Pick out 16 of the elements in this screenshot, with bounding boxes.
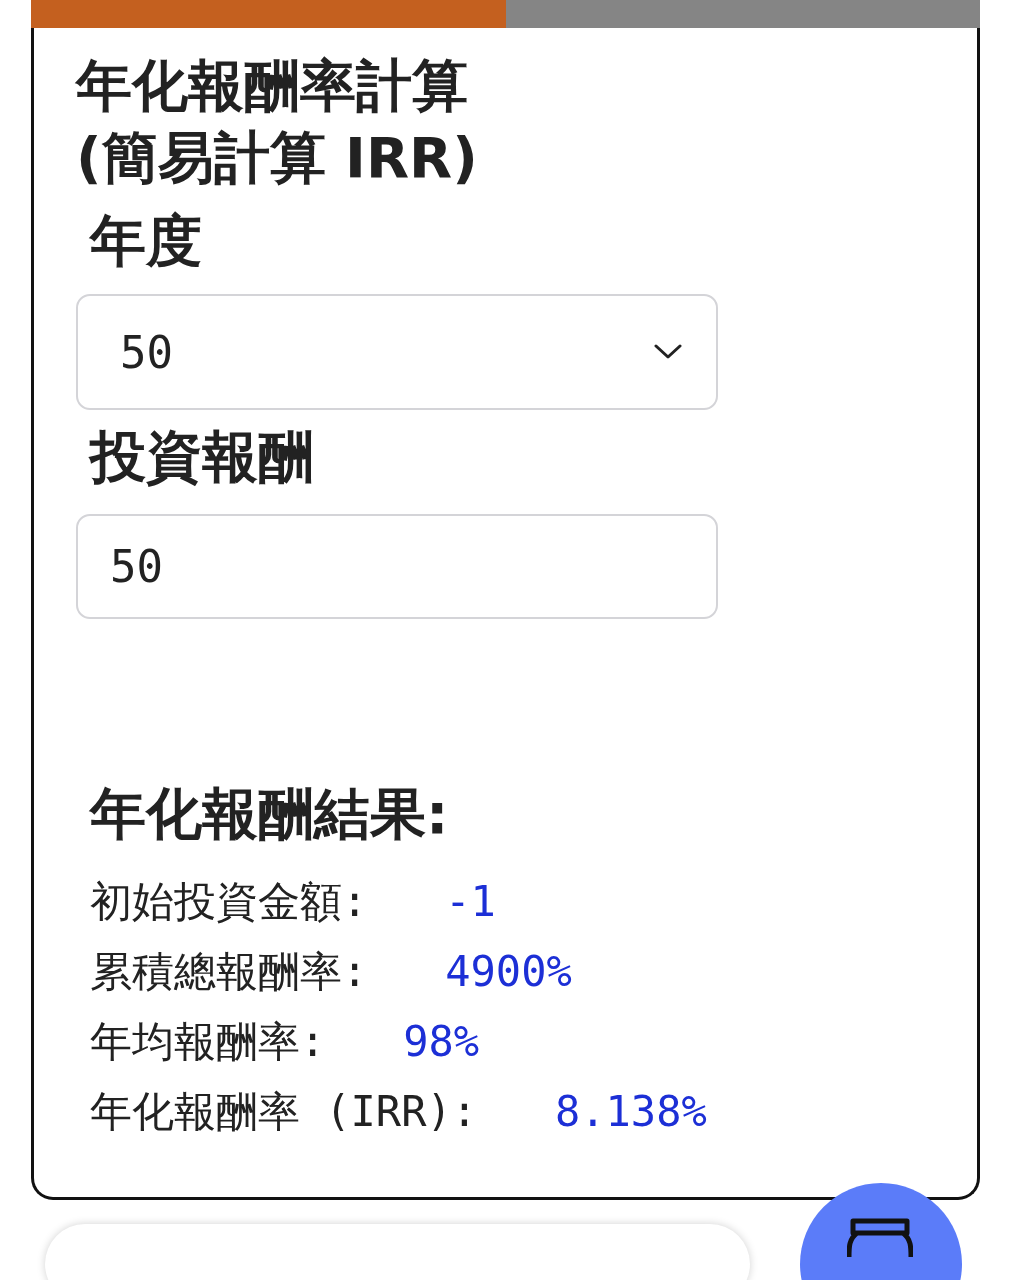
result-label: 年均報酬率: — [90, 1016, 326, 1068]
result-label: 初始投資金額: — [90, 876, 368, 928]
result-label: 年化報酬率 (IRR): — [90, 1086, 477, 1138]
result-value: 98% — [403, 1016, 480, 1068]
field-label: 投資報酬 — [90, 423, 315, 491]
field-label: 年度 — [90, 207, 203, 275]
result-label: 累積總報酬率: — [90, 946, 368, 998]
result-value: -1 — [445, 876, 496, 928]
input-field[interactable]: 50 — [76, 514, 718, 619]
results-heading: 年化報酬結果: — [90, 780, 450, 848]
calculator-title: 年化報酬率計算 (簡易計算 IRR) — [76, 52, 479, 192]
chevron-down-icon — [654, 344, 682, 360]
jar-icon — [847, 1217, 913, 1257]
result-value: 8.138% — [555, 1086, 707, 1138]
year-dropdown[interactable]: 50 — [76, 294, 718, 410]
result-value: 4900% — [445, 946, 572, 998]
